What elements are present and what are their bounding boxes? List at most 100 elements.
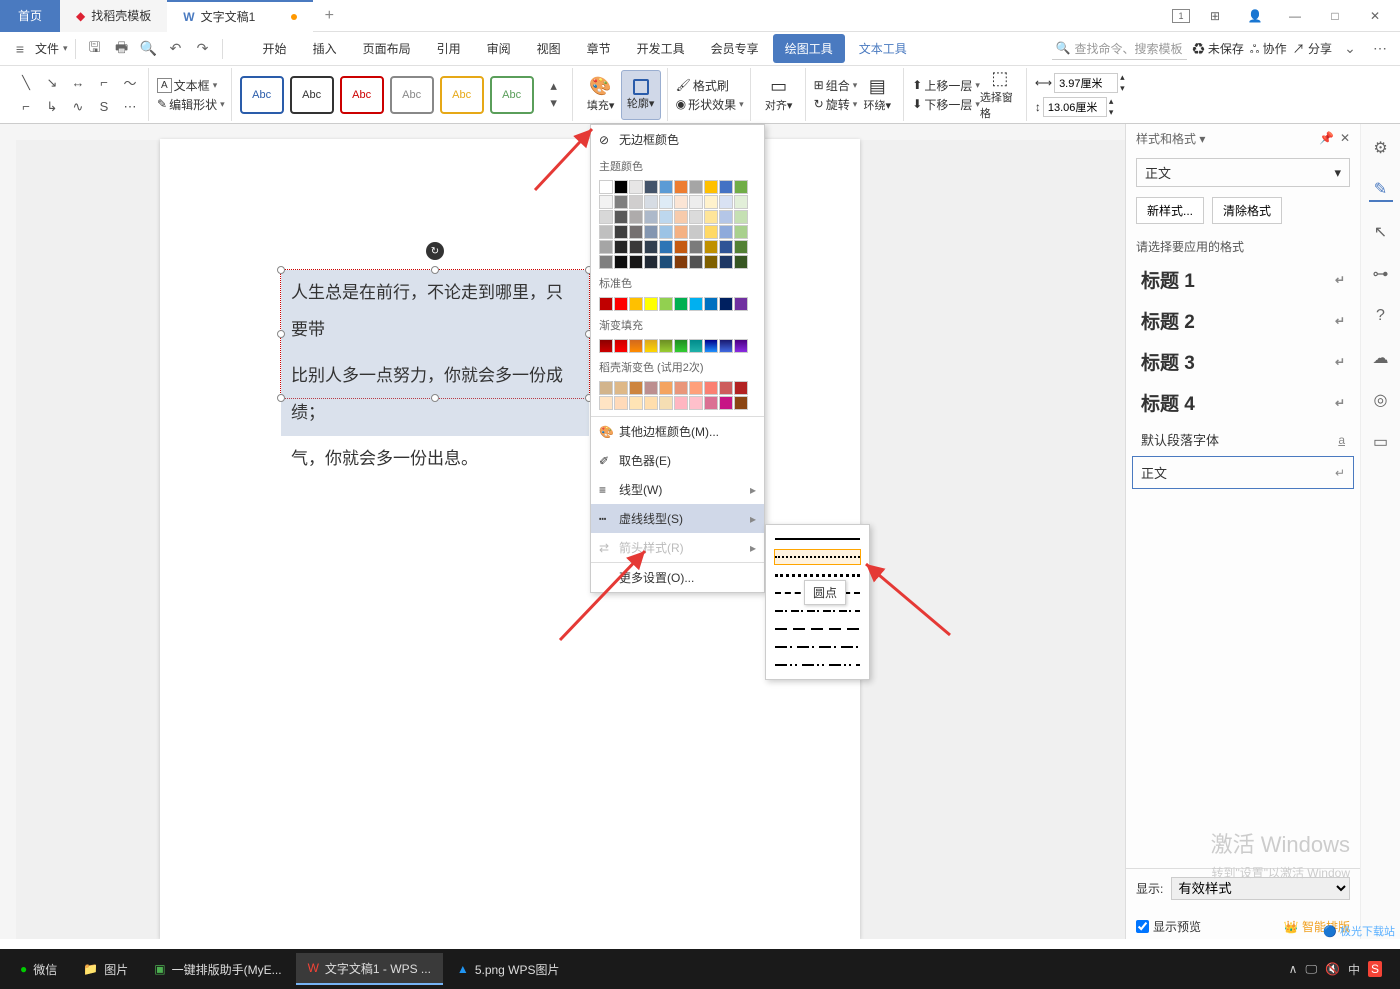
- new-style-button[interactable]: 新样式...: [1136, 197, 1204, 224]
- textbox-button[interactable]: A 文本框▾: [157, 77, 225, 94]
- minimize-button[interactable]: —: [1280, 2, 1310, 30]
- shapes-more[interactable]: ⋯: [118, 96, 142, 118]
- style-heading2[interactable]: 标题 2↵: [1132, 300, 1354, 341]
- save-icon[interactable]: 🖫: [83, 37, 107, 61]
- clear-format-button[interactable]: 清除格式: [1212, 197, 1282, 224]
- tab-review[interactable]: 审阅: [475, 34, 523, 63]
- tab-developer[interactable]: 开发工具: [625, 34, 697, 63]
- tab-insert[interactable]: 插入: [301, 34, 349, 63]
- other-colors-item[interactable]: 🎨其他边框颜色(M)...: [591, 417, 764, 446]
- preview-checkbox[interactable]: [1136, 920, 1149, 933]
- no-border-item[interactable]: ⊘无边框颜色: [591, 125, 764, 154]
- task-wechat[interactable]: ●微信: [8, 953, 69, 985]
- document-area[interactable]: ↻ 人生总是在前行，不论走到哪里，只要带 比别人多一点努力，你就会多一份成绩； …: [0, 124, 1125, 939]
- rotate-button[interactable]: ↻ 旋转▾: [814, 96, 858, 113]
- target-icon[interactable]: ◎: [1369, 388, 1393, 412]
- shape-style-2[interactable]: Abc: [290, 76, 334, 114]
- cloud-icon[interactable]: ☁: [1369, 346, 1393, 370]
- show-styles-select[interactable]: 有效样式: [1171, 877, 1350, 900]
- tab-template[interactable]: ◆ 找稻壳模板: [60, 0, 167, 32]
- color-swatch[interactable]: [599, 180, 613, 194]
- align-button[interactable]: ▭对齐▾: [759, 70, 799, 120]
- style-heading4[interactable]: 标题 4↵: [1132, 382, 1354, 423]
- tab-home[interactable]: 首页: [0, 0, 60, 32]
- more-settings-item[interactable]: 更多设置(O)...: [591, 563, 764, 592]
- dash-long-dot[interactable]: [774, 639, 861, 655]
- eyedropper-item[interactable]: ✐取色器(E): [591, 446, 764, 475]
- current-style-select[interactable]: 正文▾: [1136, 158, 1350, 187]
- tab-text-tools[interactable]: 文本工具: [847, 34, 919, 63]
- elbow-tool[interactable]: ⌐: [92, 72, 116, 94]
- layout-1-icon[interactable]: 1: [1172, 9, 1190, 23]
- dash-round-dot[interactable]: [774, 549, 861, 565]
- tray-monitor-icon[interactable]: 🖵: [1305, 962, 1317, 977]
- print-icon[interactable]: 🖶: [110, 37, 134, 61]
- shape-style-6[interactable]: Abc: [490, 76, 534, 114]
- select-icon[interactable]: ↖: [1369, 220, 1393, 244]
- task-typeset[interactable]: ▣一键排版助手(MyE...: [142, 953, 293, 985]
- shape-style-5[interactable]: Abc: [440, 76, 484, 114]
- menu-icon[interactable]: ≡: [8, 37, 32, 61]
- collab-button[interactable]: ஃ 协作: [1250, 40, 1287, 58]
- more-icon[interactable]: ⋯: [1368, 37, 1392, 61]
- dash-dash-dot[interactable]: [774, 603, 861, 619]
- tab-document[interactable]: W 文字文稿1: [167, 0, 313, 32]
- file-menu[interactable]: 文件: [35, 40, 59, 57]
- tab-start[interactable]: 开始: [251, 34, 299, 63]
- close-button[interactable]: ✕: [1360, 2, 1390, 30]
- freeform-tool[interactable]: ∿: [66, 96, 90, 118]
- tray-volume-icon[interactable]: 🔇: [1325, 962, 1340, 976]
- tab-chapter[interactable]: 章节: [575, 34, 623, 63]
- fill-button[interactable]: 🎨填充▾: [581, 70, 621, 120]
- shape-style-4[interactable]: Abc: [390, 76, 434, 114]
- help-icon[interactable]: ?: [1369, 304, 1393, 328]
- arrow-tool[interactable]: ↘: [40, 72, 64, 94]
- unsaved-button[interactable]: ♻ 未保存: [1193, 40, 1244, 57]
- scribble-tool[interactable]: S: [92, 96, 116, 118]
- shape-style-1[interactable]: Abc: [240, 76, 284, 114]
- new-tab-button[interactable]: +: [313, 7, 345, 25]
- task-png[interactable]: ▲5.png WPS图片: [445, 953, 572, 985]
- edit-shape-button[interactable]: ✎ 编辑形状▾: [157, 96, 225, 113]
- redo-icon[interactable]: ↷: [191, 37, 215, 61]
- style-heading1[interactable]: 标题 1↵: [1132, 259, 1354, 300]
- maximize-button[interactable]: □: [1320, 2, 1350, 30]
- outline-button[interactable]: 轮廓▾: [621, 70, 661, 120]
- double-arrow-tool[interactable]: ↔: [66, 72, 90, 94]
- format-painter-button[interactable]: 🖌 格式刷: [676, 77, 744, 94]
- avatar[interactable]: 👤: [1240, 2, 1270, 30]
- tray-ime[interactable]: 中: [1348, 961, 1360, 978]
- connector1[interactable]: ⌐: [14, 96, 38, 118]
- shape-style-3[interactable]: Abc: [340, 76, 384, 114]
- command-search[interactable]: 🔍 查找命令、搜索模板: [1052, 38, 1187, 60]
- close-panel-icon[interactable]: ✕: [1340, 131, 1350, 145]
- task-pictures[interactable]: 📁图片: [71, 953, 140, 985]
- smart-typeset-button[interactable]: 👑 智能排版: [1284, 918, 1350, 935]
- tab-references[interactable]: 引用: [425, 34, 473, 63]
- handle-nw[interactable]: [277, 266, 285, 274]
- dash-type-item[interactable]: ┅虚线线型(S): [591, 504, 764, 533]
- handle-s[interactable]: [431, 394, 439, 402]
- handle-sw[interactable]: [277, 394, 285, 402]
- line-weight-item[interactable]: ≡线型(W): [591, 475, 764, 504]
- undo-icon[interactable]: ↶: [164, 37, 188, 61]
- wrap-button[interactable]: ▤环绕▾: [857, 70, 897, 120]
- collapse-ribbon[interactable]: ⌄: [1338, 37, 1362, 61]
- dash-long[interactable]: [774, 621, 861, 637]
- line-tool[interactable]: ╲: [14, 72, 38, 94]
- bring-forward-button[interactable]: ⬆ 上移一层▾: [912, 77, 980, 94]
- tab-view[interactable]: 视图: [525, 34, 573, 63]
- shape-effect-button[interactable]: ◉ 形状效果▾: [676, 96, 744, 113]
- dash-long-dot-dot[interactable]: [774, 657, 861, 673]
- group-button[interactable]: ⊞ 组合▾: [814, 77, 858, 94]
- pin-icon[interactable]: 📌: [1319, 131, 1334, 145]
- tray-sogou-icon[interactable]: S: [1368, 961, 1382, 977]
- style-default-para[interactable]: 默认段落字体a: [1132, 423, 1354, 456]
- dash-solid[interactable]: [774, 531, 861, 547]
- layout-icon[interactable]: ▭: [1369, 430, 1393, 454]
- selection-pane-button[interactable]: ⬚选择窗格: [980, 70, 1020, 120]
- width-input[interactable]: [1043, 97, 1107, 117]
- settings-icon[interactable]: ⚙: [1369, 136, 1393, 160]
- style-heading3[interactable]: 标题 3↵: [1132, 341, 1354, 382]
- curve-tool[interactable]: 〜: [118, 72, 142, 94]
